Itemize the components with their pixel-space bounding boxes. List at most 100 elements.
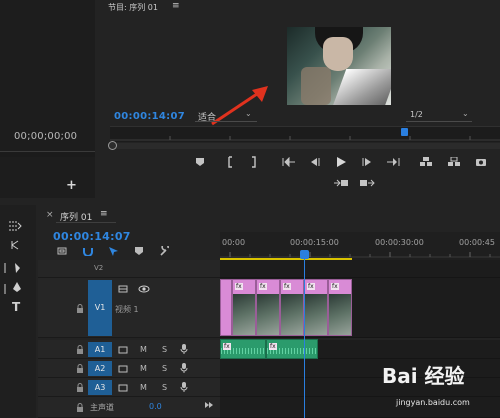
sync-lock-icon[interactable]: [118, 384, 128, 394]
track-label-v2: V2: [94, 264, 104, 272]
step-forward-icon[interactable]: [359, 157, 375, 170]
track-header-a3[interactable]: [38, 378, 220, 397]
video-clip[interactable]: fx: [328, 279, 352, 336]
track-header-v2[interactable]: [38, 260, 220, 278]
track-header-a2[interactable]: [38, 359, 220, 378]
track-header-master[interactable]: [38, 397, 220, 418]
type-icon[interactable]: T: [12, 300, 20, 314]
linked-selection-icon[interactable]: [108, 246, 120, 259]
microphone-icon[interactable]: [180, 363, 188, 375]
timeline-timecode[interactable]: 00:00:14:07: [53, 230, 131, 243]
nest-sequence-icon[interactable]: [56, 246, 68, 259]
program-panel-menu-icon[interactable]: ≡: [172, 1, 180, 11]
step-back-icon[interactable]: [307, 157, 323, 170]
insert-icon[interactable]: [333, 178, 349, 191]
video-clip[interactable]: [220, 279, 232, 336]
zoom-fit-label: 适合: [198, 113, 217, 123]
track-target-a3[interactable]: A3: [88, 380, 112, 395]
chevron-down-icon: ⌄: [462, 109, 469, 118]
mute-button[interactable]: M: [140, 364, 147, 373]
program-playhead[interactable]: [401, 128, 408, 136]
video-clip[interactable]: fx: [256, 279, 280, 336]
lock-icon[interactable]: [76, 304, 84, 315]
lock-icon[interactable]: [76, 383, 84, 394]
audio-clip[interactable]: fx: [220, 339, 266, 359]
ruler-tick-label: 00:00:15:00: [290, 238, 339, 247]
close-icon[interactable]: ×: [46, 210, 54, 220]
page-curl-transition-effect: [331, 69, 391, 105]
add-button[interactable]: +: [66, 178, 77, 193]
ripple-edit-icon[interactable]: [10, 240, 20, 253]
lock-icon[interactable]: [76, 345, 84, 356]
program-timecode[interactable]: 00:00:14:07: [114, 111, 185, 122]
fx-badge: fx: [223, 343, 231, 350]
source-time-ruler[interactable]: [0, 151, 95, 157]
lock-icon[interactable]: [76, 364, 84, 375]
solo-button[interactable]: S: [162, 345, 167, 354]
film-icon[interactable]: [118, 285, 128, 295]
fx-badge: fx: [259, 283, 267, 290]
track-header-a1[interactable]: [38, 340, 220, 359]
pen-icon[interactable]: [12, 281, 22, 296]
fx-badge: fx: [269, 343, 277, 350]
eye-icon[interactable]: [138, 285, 150, 295]
in-point-icon[interactable]: [222, 156, 238, 171]
master-volume-value[interactable]: 0.0: [149, 402, 162, 411]
program-ruler-ticks: [110, 136, 500, 141]
source-timecode[interactable]: 00;00;00;00: [14, 131, 77, 142]
timeline-panel-menu-icon[interactable]: ≡: [100, 209, 108, 219]
track-name-v1: 视频 1: [115, 305, 139, 314]
add-marker-icon[interactable]: [134, 246, 144, 259]
tab-underline: [56, 222, 116, 223]
ruler-tick-label: 00:00:30:00: [375, 238, 424, 247]
watermark-url: jingyan.baidu.com: [396, 398, 470, 407]
audio-clip[interactable]: fx: [266, 339, 318, 359]
scrollbar-handle[interactable]: [108, 141, 117, 150]
timeline-ruler-ticks: [220, 252, 500, 258]
sync-lock-icon[interactable]: [118, 346, 128, 356]
track-target-a2[interactable]: A2: [88, 361, 112, 376]
microphone-icon[interactable]: [180, 382, 188, 394]
razor-icon[interactable]: [12, 262, 22, 277]
video-clip[interactable]: fx: [232, 279, 256, 336]
microphone-icon[interactable]: [180, 344, 188, 356]
go-to-out-icon[interactable]: [385, 157, 401, 170]
program-monitor-tab[interactable]: 节目: 序列 01: [108, 2, 158, 13]
marker-icon[interactable]: [192, 157, 208, 170]
mute-button[interactable]: M: [140, 383, 147, 392]
source-monitor-panel: [0, 0, 95, 198]
sync-lock-icon[interactable]: [118, 365, 128, 375]
ruler-tick-label: 00:00: [222, 238, 246, 247]
wrench-icon[interactable]: [159, 243, 171, 259]
program-zoom-scrollbar[interactable]: [108, 143, 500, 149]
go-to-in-icon[interactable]: [281, 156, 297, 170]
master-track-name: 主声道: [90, 403, 114, 412]
go-to-end-icon[interactable]: [204, 401, 214, 411]
extract-icon[interactable]: [446, 156, 462, 170]
export-frame-icon[interactable]: [473, 157, 489, 170]
lift-icon[interactable]: [418, 157, 434, 170]
play-icon[interactable]: [333, 156, 349, 171]
baidu-jingyan-logo: Bai 经验: [382, 364, 465, 388]
track-select-icon[interactable]: [8, 221, 22, 234]
preview-subject-face: [323, 37, 353, 71]
solo-button[interactable]: S: [162, 364, 167, 373]
video-clip[interactable]: fx: [280, 279, 304, 336]
overwrite-icon[interactable]: [359, 178, 375, 191]
slip-icon[interactable]: [2, 262, 8, 277]
snap-icon[interactable]: [82, 246, 94, 259]
timeline-time-ruler[interactable]: [220, 232, 500, 260]
fx-badge: fx: [307, 283, 315, 290]
track-area-v2[interactable]: [220, 260, 500, 278]
track-target-v1[interactable]: V1: [88, 280, 112, 336]
video-clip[interactable]: fx: [304, 279, 328, 336]
timeline-playhead[interactable]: [300, 250, 309, 259]
track-target-a1[interactable]: A1: [88, 342, 112, 357]
out-point-icon[interactable]: [246, 156, 262, 171]
fx-badge: fx: [283, 283, 291, 290]
solo-button[interactable]: S: [162, 383, 167, 392]
program-time-ruler[interactable]: [110, 126, 500, 142]
lock-icon[interactable]: [76, 403, 84, 414]
mute-button[interactable]: M: [140, 345, 147, 354]
hand-icon[interactable]: [2, 283, 8, 298]
